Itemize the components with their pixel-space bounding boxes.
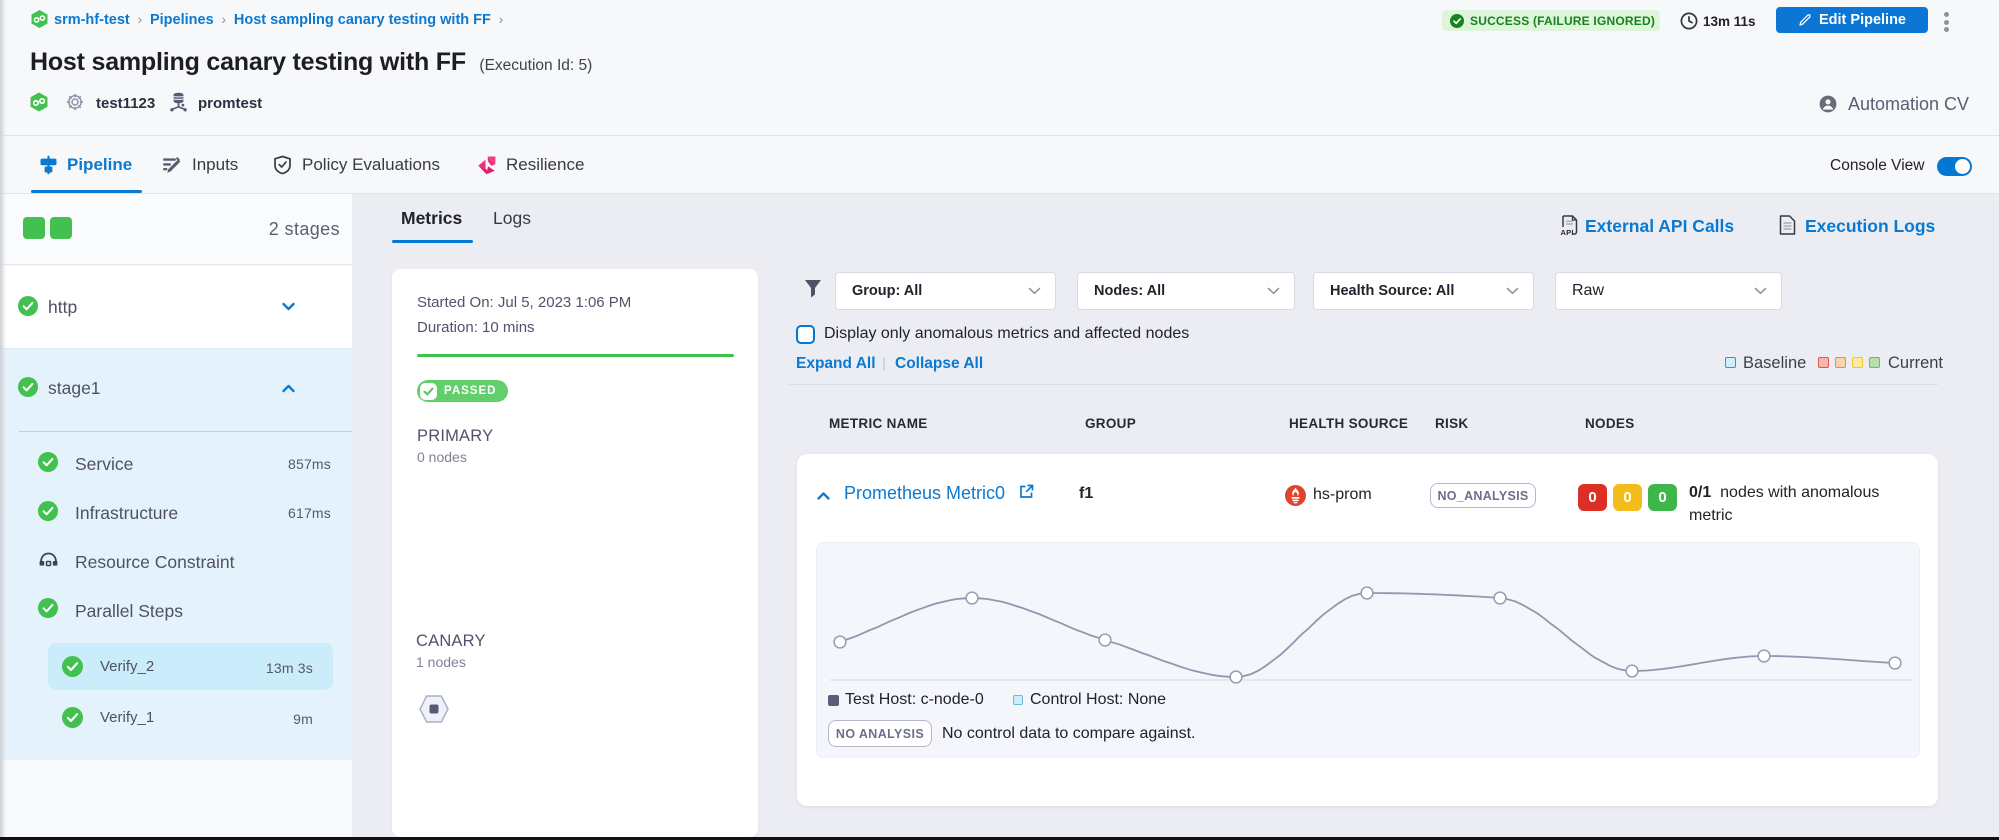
svg-text:API: API [1561,228,1574,236]
